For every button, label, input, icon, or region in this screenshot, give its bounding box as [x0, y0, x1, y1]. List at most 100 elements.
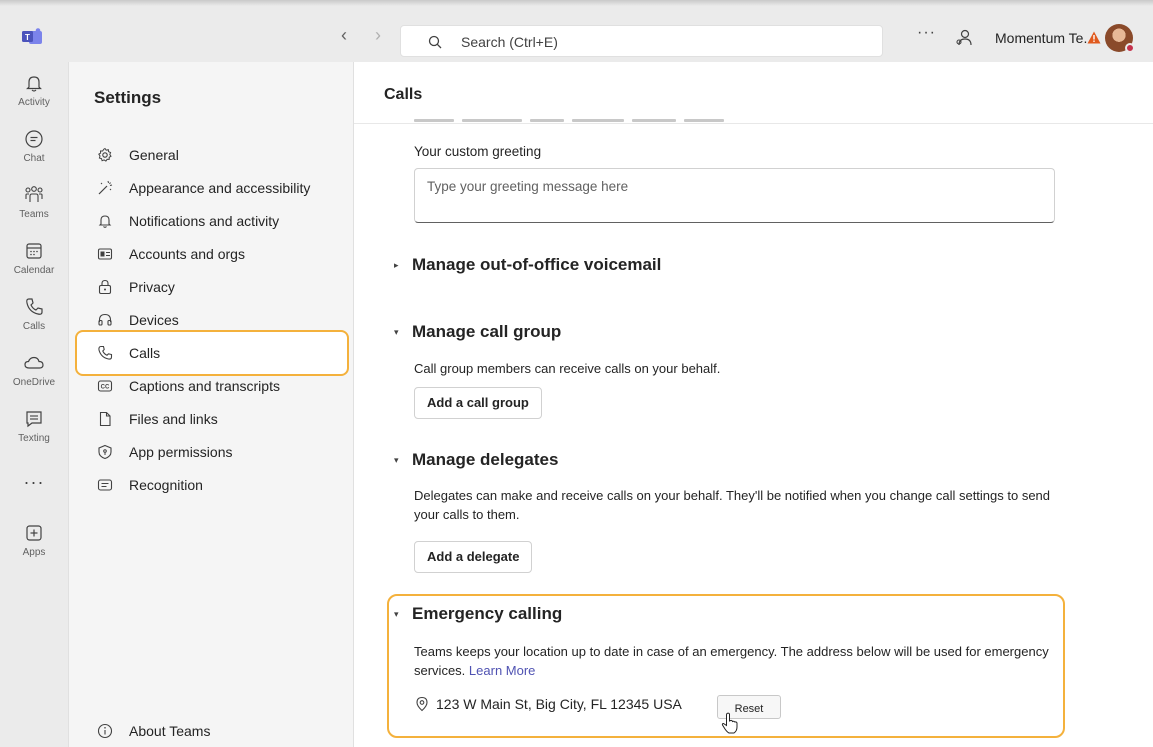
- presence-busy-icon: [1125, 43, 1135, 53]
- caret-down-icon: ▾: [394, 455, 399, 466]
- settings-item-general[interactable]: General: [97, 142, 347, 170]
- bell-icon: [98, 215, 112, 228]
- address-text: 123 W Main St, Big City, FL 12345 USA: [436, 696, 682, 712]
- greeting-placeholder: Type your greeting message here: [427, 179, 629, 194]
- rail-item-apps[interactable]: Apps: [0, 522, 68, 574]
- page-title: Calls: [384, 86, 423, 103]
- id-card-icon: [97, 248, 113, 260]
- people-icon[interactable]: [954, 28, 974, 48]
- settings-item-label: General: [129, 147, 179, 163]
- location-pin-icon: [416, 696, 428, 712]
- rail-label: Teams: [19, 209, 49, 220]
- title-bar: T ‹ › Search (Ctrl+E) ··· Momentum Te...: [0, 10, 1153, 62]
- rail-label: Apps: [22, 547, 46, 558]
- recognition-icon: [97, 479, 113, 491]
- add-delegate-button[interactable]: Add a delegate: [414, 541, 533, 573]
- settings-panel: Settings General Appearance and accessib…: [68, 62, 354, 747]
- rail-item-activity[interactable]: Activity: [0, 72, 68, 124]
- svg-text:T: T: [25, 33, 30, 42]
- settings-item-appearance[interactable]: Appearance and accessibility: [97, 175, 347, 203]
- custom-greeting-input[interactable]: Type your greeting message here: [414, 168, 1055, 223]
- rail-item-chat[interactable]: Chat: [0, 128, 68, 180]
- voicemail-section-title: Manage out-of-office voicemail: [412, 255, 662, 274]
- call-group-section-title: Manage call group: [412, 322, 562, 341]
- info-icon: [97, 723, 113, 739]
- chat-icon: [25, 130, 43, 148]
- settings-item-notifications[interactable]: Notifications and activity: [97, 208, 347, 236]
- search-placeholder: Search (Ctrl+E): [461, 34, 558, 50]
- apps-plus-icon: [26, 525, 42, 541]
- rail-item-teams[interactable]: Teams: [0, 184, 68, 236]
- warning-icon: [1087, 31, 1101, 44]
- wand-icon: [98, 180, 113, 195]
- learn-more-link[interactable]: Learn More: [469, 663, 535, 678]
- settings-item-devices[interactable]: Devices: [97, 307, 347, 335]
- settings-item-files[interactable]: Files and links: [97, 406, 347, 434]
- avatar[interactable]: [1105, 24, 1135, 53]
- gear-icon: [98, 147, 112, 162]
- phone-icon: [26, 298, 43, 315]
- phone-icon: [98, 345, 113, 360]
- shield-icon: [98, 444, 112, 460]
- settings-item-label: Files and links: [129, 411, 218, 427]
- svg-text:CC: CC: [101, 385, 110, 391]
- more-options-button[interactable]: ···: [917, 24, 936, 42]
- forward-button[interactable]: ›: [375, 25, 381, 45]
- hand-cursor-icon: [721, 712, 738, 734]
- cc-icon: CC: [97, 380, 113, 392]
- call-group-section-header[interactable]: ▾ Manage call group: [394, 322, 561, 342]
- bell-icon: [26, 76, 42, 92]
- rail-label: Chat: [23, 153, 45, 164]
- more-apps-button[interactable]: ···: [0, 472, 68, 493]
- about-teams-label: About Teams: [129, 723, 211, 739]
- settings-item-label: App permissions: [129, 444, 233, 460]
- rail-item-texting[interactable]: Texting: [0, 408, 68, 460]
- settings-item-label: Notifications and activity: [129, 213, 280, 229]
- window-top-shadow: [0, 0, 1153, 6]
- rail-item-calendar[interactable]: Calendar: [0, 240, 68, 292]
- emergency-description: Teams keeps your location up to date in …: [414, 642, 1054, 680]
- emergency-section-header[interactable]: ▾ Emergency calling: [394, 604, 562, 624]
- settings-item-privacy[interactable]: Privacy: [97, 274, 347, 302]
- rail-item-calls[interactable]: Calls: [0, 296, 68, 348]
- settings-title: Settings: [94, 88, 162, 107]
- org-name[interactable]: Momentum Te...: [995, 30, 1095, 46]
- rail-label: Texting: [18, 433, 50, 444]
- settings-item-recognition[interactable]: Recognition: [97, 472, 347, 500]
- rail-label: Activity: [18, 97, 50, 108]
- search-input[interactable]: Search (Ctrl+E): [400, 25, 883, 57]
- voicemail-section-header[interactable]: ▸ Manage out-of-office voicemail: [394, 255, 661, 275]
- caret-down-icon: ▾: [394, 327, 399, 338]
- delegates-section-header[interactable]: ▾ Manage delegates: [394, 450, 558, 470]
- rail-item-onedrive[interactable]: OneDrive: [0, 352, 68, 404]
- emergency-section-title: Emergency calling: [412, 604, 563, 623]
- delegates-description: Delegates can make and receive calls on …: [414, 488, 1051, 522]
- delegates-section-title: Manage delegates: [412, 450, 559, 469]
- content-header: Calls: [354, 62, 1153, 124]
- rail-label: Calendar: [13, 265, 55, 276]
- lock-icon: [98, 279, 112, 295]
- teams-logo-icon[interactable]: T: [22, 28, 42, 46]
- settings-item-accounts[interactable]: Accounts and orgs: [97, 241, 347, 269]
- rail-label: OneDrive: [12, 377, 56, 388]
- file-icon: [99, 411, 111, 427]
- caret-down-icon: ▾: [394, 609, 399, 620]
- headset-icon: [98, 313, 112, 326]
- scrolled-off-text: [414, 114, 754, 124]
- calls-settings-content: Calls Your custom greeting Type your gre…: [354, 62, 1153, 747]
- settings-item-app-permissions[interactable]: App permissions: [97, 439, 347, 467]
- settings-item-label: Captions and transcripts: [129, 378, 280, 394]
- calendar-icon: [26, 243, 42, 259]
- emergency-address: 123 W Main St, Big City, FL 12345 USA: [414, 696, 682, 712]
- caret-right-icon: ▸: [394, 260, 399, 271]
- call-group-description: Call group members can receive calls on …: [414, 361, 721, 376]
- message-icon: [26, 411, 42, 428]
- settings-item-label: Recognition: [129, 477, 203, 493]
- add-call-group-button[interactable]: Add a call group: [414, 387, 542, 419]
- settings-item-calls[interactable]: Calls: [97, 340, 347, 368]
- rail-label: Calls: [22, 321, 46, 332]
- settings-item-label: Appearance and accessibility: [129, 180, 311, 196]
- app-rail: Activity Chat Teams Calendar Calls OneDr…: [0, 62, 68, 747]
- back-button[interactable]: ‹: [341, 25, 347, 45]
- settings-item-captions[interactable]: CC Captions and transcripts: [97, 373, 347, 401]
